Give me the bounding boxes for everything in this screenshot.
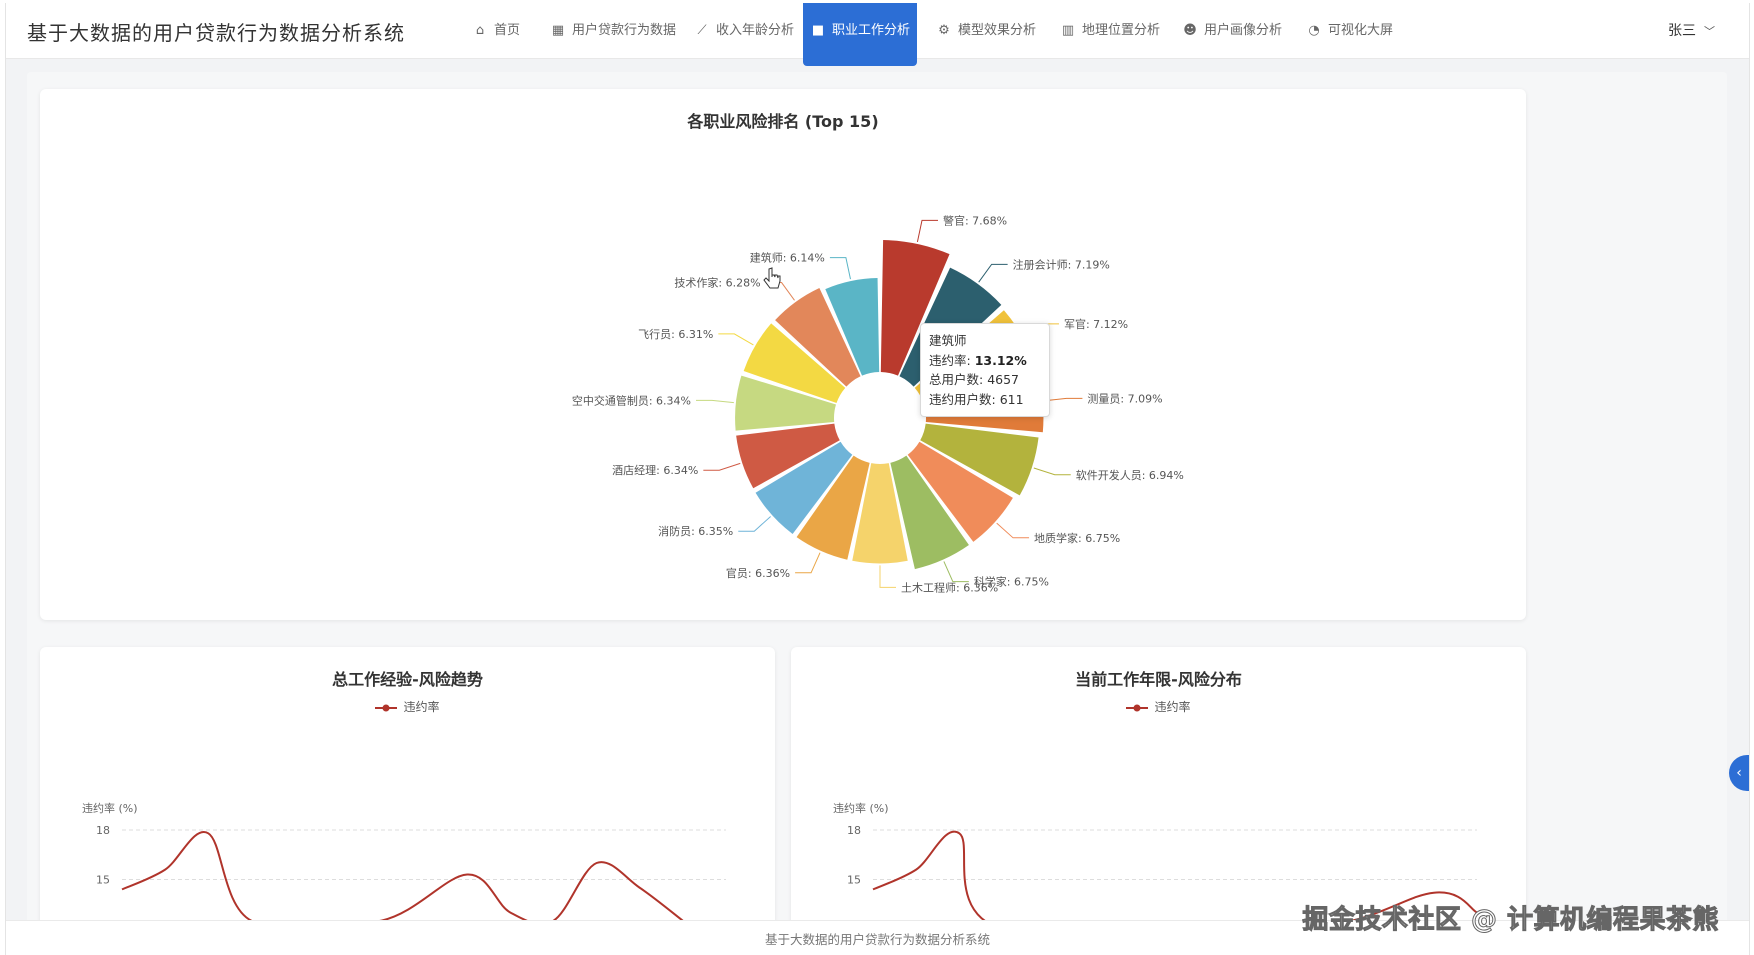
pie-slice-label: 官员: 6.36%: [726, 566, 790, 580]
pie-slice-label: 军官: 7.12%: [1064, 317, 1128, 331]
tooltip-total-row: 总用户数: 4657: [929, 370, 1041, 390]
tooltip-total-value: 4657: [987, 372, 1019, 387]
pie-label-line: [978, 263, 1008, 283]
tooltip-default-label: 违约用户数:: [929, 391, 1000, 407]
pie-tooltip: 建筑师 违约率: 13.12% 总用户数: 4657 违约用户数: 611: [920, 323, 1050, 417]
tooltip-default-value: 611: [999, 391, 1024, 407]
watermark: 掘金技术社区 @ 计算机编程果茶熊: [1302, 905, 1719, 936]
pie-label-line: [879, 565, 896, 588]
y-axis-label: 违约率 (%): [82, 801, 138, 815]
experience-line-chart[interactable]: 违约率 (%) 18 15: [82, 801, 726, 931]
y-tick-label: 15: [847, 874, 861, 887]
series-line[interactable]: [121, 831, 684, 931]
pie-label-line: [1044, 397, 1083, 402]
pie-slice-label: 测量员: 7.09%: [1087, 392, 1162, 405]
y-tick-label: 18: [847, 824, 861, 837]
pie-slice-label: 飞行员: 6.31%: [638, 328, 713, 341]
pie-label-line: [829, 257, 851, 280]
pie-label-line: [1033, 467, 1071, 476]
pie-label-line: [738, 516, 771, 532]
pie-label-line: [795, 552, 821, 574]
pie-slice-label: 软件开发人员: 6.94%: [1076, 468, 1184, 482]
tooltip-rate-row: 违约率: 13.12%: [929, 351, 1041, 371]
pie-slice-label: 警官: 7.68%: [943, 213, 1007, 227]
pie-slice-label: 地质学家: 6.75%: [1034, 531, 1120, 545]
pie-label-line: [943, 561, 969, 583]
tooltip-total-label: 总用户数:: [929, 372, 988, 387]
pie-label-line: [703, 462, 741, 471]
pie-slice-label: 注册会计师: 7.19%: [1013, 257, 1110, 271]
pie-label-line: [916, 219, 938, 243]
y-tick-label: 15: [96, 874, 110, 887]
pie-slice-label: 消防员: 6.35%: [658, 524, 733, 538]
pie-slice-label: 建筑师: 6.14%: [750, 251, 825, 265]
tooltip-rate-label: 违约率:: [929, 352, 975, 368]
rose-pie-chart[interactable]: 警官: 7.68% 注册会计师: 7.19% 军官: 7.12% 测量员: 7.09%…: [572, 213, 1184, 594]
tooltip-occupation-name: 建筑师: [929, 333, 967, 348]
y-tick-label: 18: [96, 824, 110, 837]
pie-slice-label: 土木工程师: 6.36%: [901, 581, 998, 594]
tooltip-default-row: 违约用户数: 611: [929, 390, 1041, 410]
pie-label-line: [695, 399, 734, 404]
pie-label-line: [718, 333, 754, 346]
pie-slice-label: 酒店经理: 6.34%: [612, 463, 698, 477]
chevron-left-icon: ‹: [1736, 765, 1742, 781]
pie-label-line: [996, 522, 1030, 539]
tooltip-rate-value: 13.12%: [974, 352, 1027, 368]
pie-slice-label: 技术作家: 6.28%: [674, 276, 760, 290]
pie-slice-label: 空中交通管制员: 6.34%: [572, 393, 691, 407]
charts-layer: 警官: 7.68% 注册会计师: 7.19% 军官: 7.12% 测量员: 7.09%…: [82, 213, 1478, 939]
y-axis-label: 违约率 (%): [833, 801, 889, 815]
cursor-hand-icon: [763, 267, 781, 289]
app-window: 基于大数据的用户贷款行为数据分析系统 ⌂ 首页 ▦ 用户贷款行为数据 ⟋ 收入年龄分析…: [5, 3, 1750, 955]
